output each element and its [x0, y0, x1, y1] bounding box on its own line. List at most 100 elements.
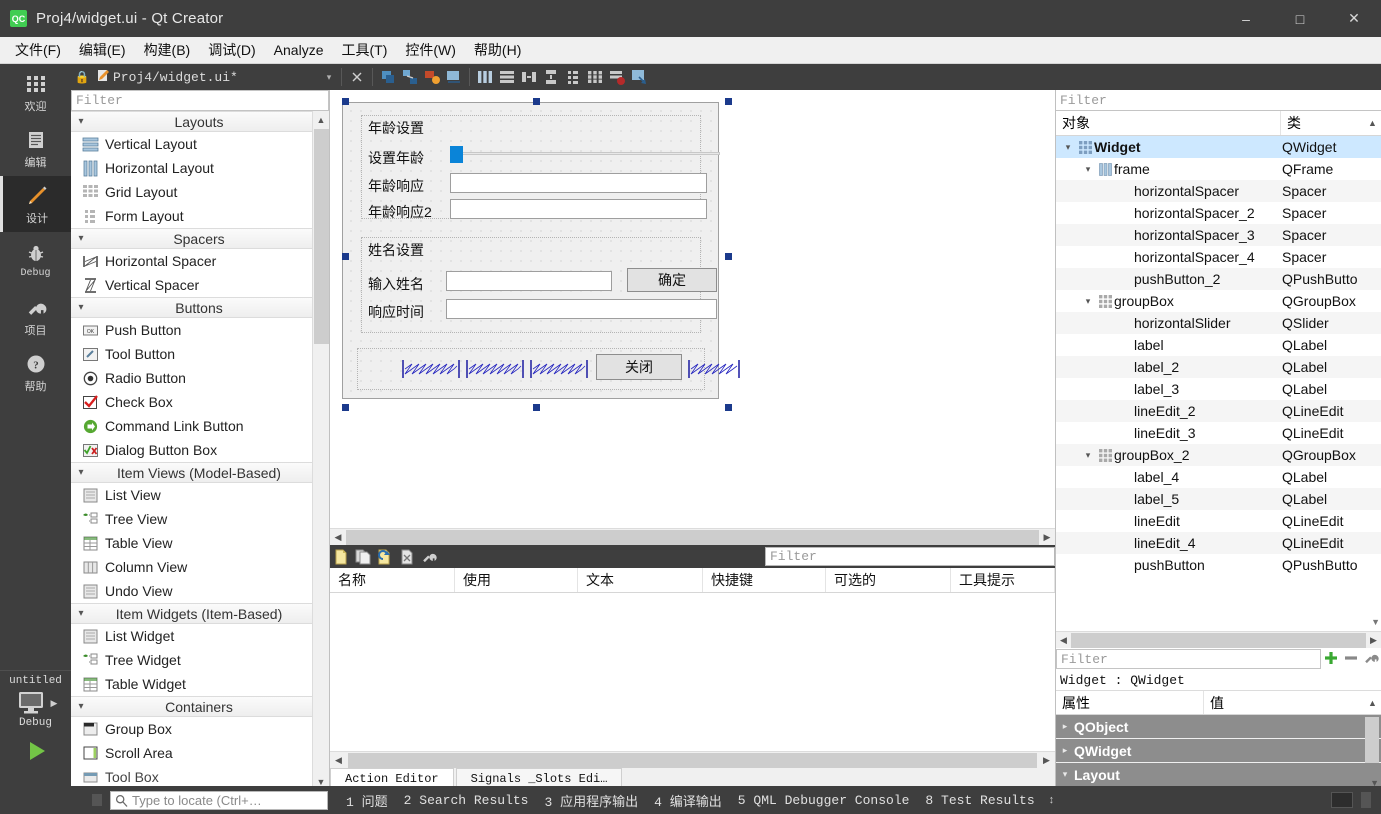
chevron-down-icon[interactable]: ▾ — [321, 72, 337, 83]
widget-item-list-view[interactable]: List View — [71, 483, 329, 507]
horizontal-spacer-2[interactable] — [466, 359, 524, 379]
object-tree-list[interactable]: ▾ Widget QWidget ▾ frame QFrame horizont… — [1056, 136, 1381, 631]
widget-item-radio-button[interactable]: Radio Button — [71, 366, 329, 390]
property-group-qwidget[interactable]: ▸ QWidget — [1056, 739, 1381, 763]
widget-item-grid-layout[interactable]: Grid Layout — [71, 180, 329, 204]
action-table-hscrollbar[interactable]: ◀ ▶ — [330, 751, 1055, 768]
menu-widgets[interactable]: 控件(W) — [396, 37, 465, 63]
toggle-sidebar-button[interactable] — [1361, 792, 1371, 808]
property-scrollbar-thumb[interactable] — [1365, 717, 1379, 763]
object-row-label-2[interactable]: label_2 QLabel — [1056, 356, 1381, 378]
output-tab-application-output[interactable]: 3 应用程序输出 — [536, 789, 646, 812]
widget-box-filter-input[interactable]: Filter — [71, 90, 329, 111]
column-value[interactable]: 值 — [1204, 691, 1364, 714]
widget-item-undo-view[interactable]: Undo View — [71, 579, 329, 603]
scroll-right-icon[interactable]: ▶ — [1039, 532, 1055, 543]
delete-action-icon[interactable] — [396, 546, 418, 568]
widget-category-layouts[interactable]: ▾ Layouts — [71, 111, 329, 132]
widget-item-dialog-button-box[interactable]: Dialog Button Box — [71, 438, 329, 462]
bottom-frame[interactable]: 关闭 — [357, 348, 740, 390]
resize-handle-top-left[interactable] — [342, 98, 349, 105]
copy-action-icon[interactable] — [352, 546, 374, 568]
scroll-up-icon[interactable]: ▲ — [1364, 111, 1381, 135]
chevron-right-icon[interactable]: ▸ — [1056, 721, 1074, 732]
widget-category-spacers[interactable]: ▾ Spacers — [71, 228, 329, 249]
widget-item-tree-view[interactable]: Tree View — [71, 507, 329, 531]
object-row-horizontalslider[interactable]: horizontalSlider QSlider — [1056, 312, 1381, 334]
group-box-age[interactable]: 年龄设置 设置年龄 年龄响应 年龄响应2 — [361, 115, 720, 220]
chevron-down-icon[interactable]: ▾ — [1080, 296, 1096, 307]
chevron-down-icon[interactable]: ▾ — [1080, 450, 1096, 461]
output-tab-test-results[interactable]: 8 Test Results — [917, 791, 1042, 810]
object-row-lineedit-3[interactable]: lineEdit_3 QLineEdit — [1056, 422, 1381, 444]
object-row-lineedit-4[interactable]: lineEdit_4 QLineEdit — [1056, 532, 1381, 554]
scrollbar-thumb[interactable] — [1071, 632, 1366, 648]
group-box-name[interactable]: 姓名设置 输入姓名 确定 响应时间 — [361, 237, 717, 333]
property-group-qobject[interactable]: ▸ QObject — [1056, 715, 1381, 739]
column-tooltip[interactable]: 工具提示 — [951, 568, 1055, 592]
mode-help[interactable]: ? 帮助 — [0, 344, 71, 400]
name-input[interactable] — [446, 271, 612, 291]
output-tab-qml-debugger-console[interactable]: 5 QML Debugger Console — [730, 791, 918, 810]
wrench-icon[interactable] — [1361, 650, 1381, 669]
scrollbar-thumb[interactable] — [314, 129, 329, 344]
horizontal-spacer-3[interactable] — [530, 359, 588, 379]
canvas-hscrollbar[interactable]: ◀ ▶ — [330, 528, 1055, 545]
object-row-widget[interactable]: ▾ Widget QWidget — [1056, 136, 1381, 158]
property-filter-input[interactable]: Filter — [1056, 649, 1321, 669]
widget-item-table-widget[interactable]: Table Widget — [71, 672, 329, 696]
widget-box-scrollbar[interactable]: ▲ ▼ — [312, 111, 329, 790]
layout-horizontally-icon[interactable] — [474, 66, 496, 88]
column-used[interactable]: 使用 — [455, 568, 578, 592]
widget-item-column-view[interactable]: Column View — [71, 555, 329, 579]
menu-tools[interactable]: 工具(T) — [332, 37, 396, 63]
object-filter-input[interactable]: Filter — [1056, 90, 1381, 111]
object-row-horizontalspacer-4[interactable]: horizontalSpacer_4 Spacer — [1056, 246, 1381, 268]
scroll-up-icon[interactable]: ▲ — [1364, 691, 1381, 714]
menu-edit[interactable]: 编辑(E) — [70, 37, 135, 63]
settings-icon[interactable] — [418, 546, 440, 568]
object-row-label-5[interactable]: label_5 QLabel — [1056, 488, 1381, 510]
output-tab-search-results[interactable]: 2 Search Results — [396, 791, 537, 810]
object-row-lineedit[interactable]: lineEdit QLineEdit — [1056, 510, 1381, 532]
confirm-button[interactable]: 确定 — [627, 268, 717, 292]
resize-handle-top-right[interactable] — [725, 98, 732, 105]
widget-item-scroll-area[interactable]: Scroll Area — [71, 741, 329, 765]
scrollbar-thumb[interactable] — [348, 752, 1037, 768]
scroll-up-icon[interactable]: ▲ — [313, 111, 329, 128]
column-text[interactable]: 文本 — [578, 568, 703, 592]
resize-handle-middle-right[interactable] — [725, 253, 732, 260]
horizontal-spacer-4[interactable] — [688, 359, 740, 379]
chevron-down-icon[interactable]: ▾ — [1080, 164, 1096, 175]
designed-form[interactable]: 年龄设置 设置年龄 年龄响应 年龄响应2 姓名设置 输入姓名 确定 响应时间 关… — [342, 102, 740, 399]
widget-item-check-box[interactable]: Check Box — [71, 390, 329, 414]
widget-category-item-views[interactable]: ▾ Item Views (Model-Based) — [71, 462, 329, 483]
column-name[interactable]: 名称 — [330, 568, 455, 592]
close-form-button[interactable]: 关闭 — [596, 354, 682, 380]
mode-debug[interactable]: Debug — [0, 232, 71, 288]
chevron-down-icon[interactable]: ▾ — [1060, 142, 1076, 153]
resize-handle-bottom-center[interactable] — [533, 404, 540, 411]
property-table-body[interactable]: ▸ QObject ▸ QWidget ▾ Layout ▼ — [1056, 715, 1381, 790]
object-row-groupbox[interactable]: ▾ groupBox QGroupBox — [1056, 290, 1381, 312]
object-tree-hscrollbar[interactable]: ◀ ▶ — [1056, 631, 1381, 648]
object-row-horizontalspacer[interactable]: horizontalSpacer Spacer — [1056, 180, 1381, 202]
edit-signals-slots-icon[interactable] — [399, 66, 421, 88]
object-row-horizontalspacer-3[interactable]: horizontalSpacer_3 Spacer — [1056, 224, 1381, 246]
locator-mode-icon[interactable] — [92, 794, 102, 806]
menu-analyze[interactable]: Analyze — [265, 39, 333, 61]
layout-vertically-icon[interactable] — [496, 66, 518, 88]
break-layout-icon[interactable] — [606, 66, 628, 88]
property-group-layout[interactable]: ▾ Layout — [1056, 763, 1381, 787]
scrollbar-thumb[interactable] — [346, 529, 1039, 545]
menu-help[interactable]: 帮助(H) — [465, 37, 530, 63]
chevron-right-icon[interactable]: ▸ — [1056, 745, 1074, 756]
layout-in-grid-icon[interactable] — [584, 66, 606, 88]
edit-action-icon[interactable] — [374, 546, 396, 568]
maximize-output-pane-button[interactable] — [1331, 792, 1353, 808]
age-slider[interactable] — [450, 145, 720, 164]
menu-debug[interactable]: 调试(D) — [199, 37, 264, 63]
resize-handle-middle-left[interactable] — [342, 253, 349, 260]
chevron-down-icon[interactable]: ▾ — [1056, 769, 1074, 780]
close-document-icon[interactable] — [346, 66, 368, 88]
